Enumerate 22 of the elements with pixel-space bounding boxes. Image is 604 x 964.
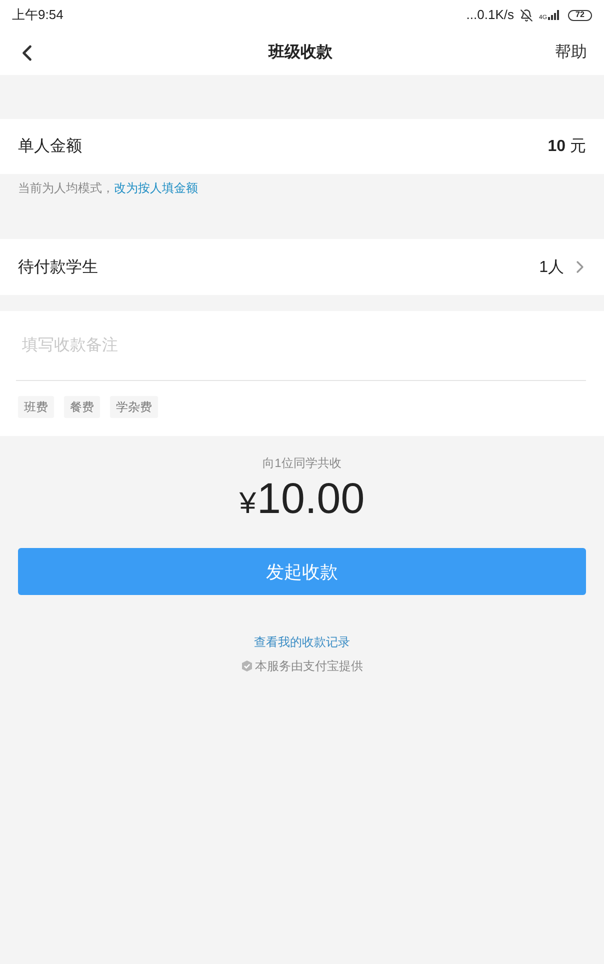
start-collection-button[interactable]: 发起收款 bbox=[18, 548, 586, 595]
network-speed: ...0.1K/s bbox=[466, 8, 514, 22]
fee-tag[interactable]: 班费 bbox=[18, 396, 54, 418]
bell-off-icon bbox=[520, 8, 533, 22]
summary-caption: 向1位同学共收 bbox=[262, 455, 342, 471]
amount-label: 单人金额 bbox=[18, 136, 82, 157]
change-mode-link[interactable]: 改为按人填金额 bbox=[114, 181, 198, 195]
students-count-link[interactable]: 1人 bbox=[539, 256, 590, 278]
mode-hint-text: 当前为人均模式， bbox=[18, 181, 114, 195]
records-link[interactable]: 查看我的收款记录 bbox=[254, 634, 350, 650]
amount-value: 10 元 bbox=[548, 137, 586, 157]
help-link[interactable]: 帮助 bbox=[555, 42, 587, 63]
fee-tag[interactable]: 餐费 bbox=[64, 396, 100, 418]
battery-level: 72 bbox=[568, 10, 592, 20]
page-title: 班级收款 bbox=[268, 42, 332, 63]
fee-tag[interactable]: 学杂费 bbox=[110, 396, 158, 418]
students-label: 待付款学生 bbox=[18, 258, 98, 278]
shield-logo-icon bbox=[241, 660, 253, 672]
total-amount: ¥10.00 bbox=[239, 477, 365, 525]
signal-icon bbox=[548, 10, 560, 20]
provider-note: 本服务由支付宝提供 bbox=[255, 658, 363, 674]
status-time: 上午9:54 bbox=[12, 8, 64, 22]
